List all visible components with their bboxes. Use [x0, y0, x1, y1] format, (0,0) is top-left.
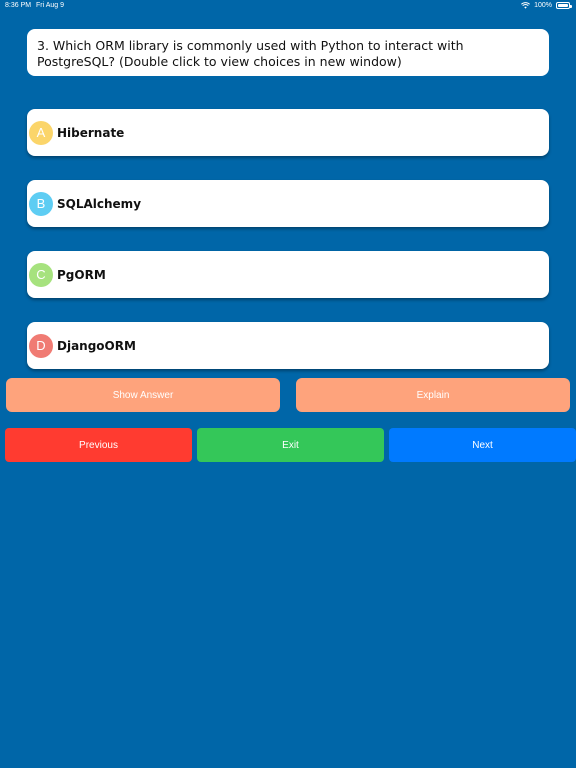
question-text: 3. Which ORM library is commonly used wi…: [37, 38, 464, 69]
choice-d[interactable]: D DjangoORM: [27, 322, 549, 369]
explain-button[interactable]: Explain: [296, 378, 570, 412]
choice-text-a: Hibernate: [57, 125, 125, 140]
exit-button[interactable]: Exit: [197, 428, 384, 462]
wifi-icon: [521, 2, 531, 9]
status-indicators: 100%: [521, 2, 572, 9]
next-button[interactable]: Next: [389, 428, 576, 462]
choice-text-c: PgORM: [57, 267, 106, 282]
status-time: 8:36 PM: [5, 2, 32, 9]
battery-icon: [556, 2, 572, 9]
choice-b[interactable]: B SQLAlchemy: [27, 180, 549, 227]
choice-a[interactable]: A Hibernate: [27, 109, 549, 156]
status-bar: 8:36 PM Fri Aug 9 100%: [0, 0, 576, 12]
choice-letter-b: B: [29, 191, 53, 216]
previous-button[interactable]: Previous: [5, 428, 192, 462]
battery-percent: 100%: [534, 2, 552, 9]
question-card[interactable]: 3. Which ORM library is commonly used wi…: [27, 29, 549, 76]
choice-letter-d: D: [29, 333, 53, 358]
show-answer-button[interactable]: Show Answer: [6, 378, 280, 412]
status-date: Fri Aug 9: [36, 2, 65, 9]
choice-text-d: DjangoORM: [57, 338, 136, 353]
choice-c[interactable]: C PgORM: [27, 251, 549, 298]
choice-letter-a: A: [29, 120, 53, 145]
choice-letter-c: C: [29, 262, 53, 287]
choice-text-b: SQLAlchemy: [57, 196, 142, 211]
